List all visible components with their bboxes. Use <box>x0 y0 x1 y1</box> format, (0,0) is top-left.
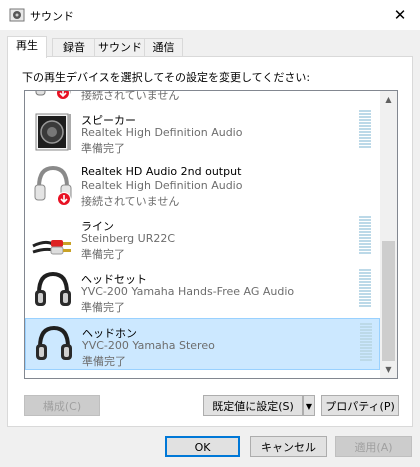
list-item[interactable]: 接続されていません <box>25 90 380 105</box>
list-item[interactable]: スピーカー Realtek High Definition Audio 準備完了 <box>25 106 380 158</box>
device-status: 準備完了 <box>81 248 125 261</box>
window-title: サウンド <box>30 10 74 23</box>
tab-communications[interactable]: 通信 <box>144 38 183 57</box>
device-description: Realtek High Definition Audio <box>81 179 243 192</box>
speaker-app-icon <box>9 8 25 25</box>
list-item[interactable]: ヘッドセット YVC-200 Yamaha Hands-Free AG Audi… <box>25 265 380 317</box>
device-status: 準備完了 <box>81 301 125 314</box>
tab-sounds[interactable]: サウンド <box>94 38 146 57</box>
headphones-icon <box>32 323 76 367</box>
playback-panel: 下の再生デバイスを選択してその設定を変更してください: 接続されていません スピ… <box>7 56 413 427</box>
device-status: 接続されていません <box>81 90 180 102</box>
list-item[interactable]: Realtek HD Audio 2nd output Realtek High… <box>25 159 380 211</box>
device-description: YVC-200 Yamaha Hands-Free AG Audio <box>81 285 295 298</box>
set-default-dropdown-icon[interactable]: ▼ <box>303 395 315 416</box>
vertical-scrollbar[interactable]: ▲ ▼ <box>380 91 397 378</box>
device-description: YVC-200 Yamaha Stereo <box>82 339 215 352</box>
list-item[interactable]: ライン Steinberg UR22C 準備完了 <box>25 212 380 264</box>
tab-playback[interactable]: 再生 <box>7 36 47 58</box>
ok-button[interactable]: OK <box>165 436 240 457</box>
instruction-text: 下の再生デバイスを選択してその設定を変更してください: <box>22 71 311 84</box>
device-list[interactable]: 接続されていません スピーカー Realtek High Definition … <box>24 90 398 379</box>
volume-meter <box>360 323 372 363</box>
configure-button[interactable]: 構成(C) <box>24 395 100 416</box>
apply-button[interactable]: 適用(A) <box>335 436 412 457</box>
title-bar: サウンド ✕ <box>0 0 420 30</box>
scroll-thumb[interactable] <box>382 241 395 361</box>
headset-icon <box>31 269 75 313</box>
device-description: Steinberg UR22C <box>81 232 176 245</box>
tab-recording[interactable]: 録音 <box>52 38 96 57</box>
set-default-button[interactable]: 既定値に設定(S) <box>203 395 303 416</box>
scroll-up-arrow-icon[interactable]: ▲ <box>380 91 397 108</box>
properties-button[interactable]: プロパティ(P) <box>321 395 399 416</box>
volume-meter <box>359 216 371 256</box>
scroll-down-arrow-icon[interactable]: ▼ <box>380 361 397 378</box>
volume-meter <box>359 269 371 309</box>
device-status: 準備完了 <box>81 142 125 155</box>
cancel-button[interactable]: キャンセル <box>250 436 327 457</box>
device-name: Realtek HD Audio 2nd output <box>81 165 242 178</box>
speaker-icon <box>31 110 75 154</box>
volume-meter <box>359 110 371 150</box>
close-button[interactable]: ✕ <box>380 0 420 30</box>
rca-cable-icon <box>31 216 75 260</box>
device-status: 準備完了 <box>82 355 126 368</box>
headphones-disconnected-icon <box>31 163 75 207</box>
list-item-selected[interactable]: ヘッドホン YVC-200 Yamaha Stereo 準備完了 <box>25 318 380 370</box>
headphones-disconnected-icon <box>31 91 75 101</box>
device-description: Realtek High Definition Audio <box>81 126 243 139</box>
device-status: 接続されていません <box>81 195 180 208</box>
